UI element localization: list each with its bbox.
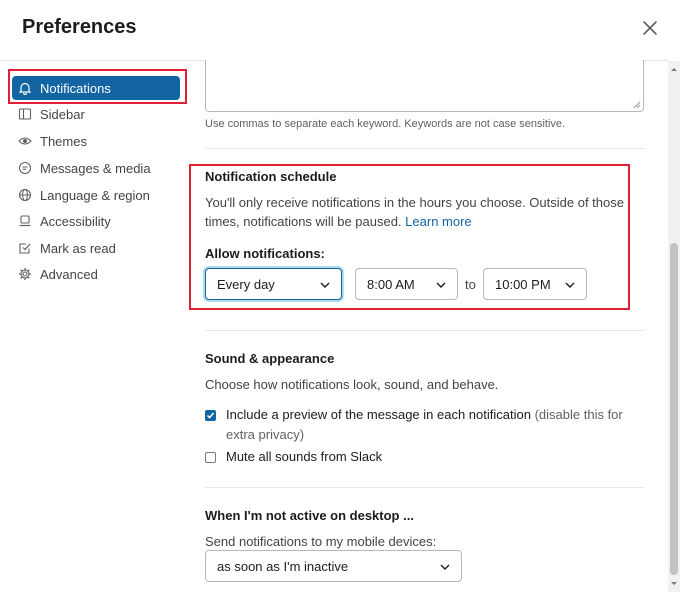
- days-select-value: Every day: [217, 276, 275, 292]
- mobile-timing-select[interactable]: as soon as I'm inactive: [205, 550, 462, 582]
- scrollbar-thumb[interactable]: [670, 243, 678, 575]
- sidebar-item-label: Accessibility: [40, 213, 111, 229]
- sidebar-highlight-box: [8, 69, 187, 104]
- globe-icon: [18, 188, 32, 202]
- sidebar-item-label: Advanced: [40, 266, 98, 282]
- keywords-textarea[interactable]: [205, 60, 644, 112]
- chevron-down-icon: [565, 282, 575, 288]
- sidebar-item-accessibility[interactable]: Accessibility: [12, 209, 180, 233]
- preview-label-line1-wrap: Include a preview of the message in each…: [226, 405, 623, 425]
- allow-notifications-label: Allow notifications:: [205, 246, 325, 261]
- preview-label-line1: Include a preview of the message in each…: [226, 407, 531, 422]
- check-square-icon: [18, 241, 32, 255]
- preview-checkbox[interactable]: [205, 410, 216, 421]
- schedule-title: Notification schedule: [205, 169, 337, 184]
- laptop-icon: [18, 214, 32, 228]
- section-divider: [205, 148, 644, 149]
- preview-note: (disable this for: [534, 407, 623, 422]
- end-time-select[interactable]: 10:00 PM: [483, 268, 587, 300]
- sidebar-item-label: Messages & media: [40, 160, 151, 176]
- dialog-title: Preferences: [22, 16, 137, 38]
- sidebar-item-messages-media[interactable]: Messages & media: [12, 156, 180, 180]
- sidebar-item-advanced[interactable]: Advanced: [12, 262, 180, 286]
- message-icon: [18, 161, 32, 175]
- schedule-description: You'll only receive notifications in the…: [205, 193, 624, 231]
- resize-handle-icon[interactable]: [633, 101, 641, 109]
- sidebar-item-sidebar[interactable]: Sidebar: [12, 102, 180, 126]
- scroll-down-icon[interactable]: [668, 578, 680, 590]
- keywords-hint: Use commas to separate each keyword. Key…: [205, 118, 566, 130]
- check-icon: [206, 412, 215, 419]
- sound-description: Choose how notifications look, sound, an…: [205, 377, 499, 392]
- sidebar-item-label: Mark as read: [40, 240, 116, 256]
- mobile-timing-value: as soon as I'm inactive: [217, 558, 349, 574]
- mute-checkbox[interactable]: [205, 452, 216, 463]
- sidebar-item-themes[interactable]: Themes: [12, 129, 180, 153]
- start-time-value: 8:00 AM: [367, 276, 415, 292]
- schedule-description-line1: You'll only receive notifications in the…: [205, 195, 624, 210]
- eye-icon: [18, 134, 32, 148]
- chevron-down-icon: [436, 282, 446, 288]
- preview-label: Include a preview of the message in each…: [226, 405, 623, 445]
- close-icon[interactable]: [638, 16, 662, 40]
- sidebar-icon: [18, 107, 32, 121]
- learn-more-link[interactable]: Learn more: [405, 214, 471, 229]
- chevron-down-icon: [320, 282, 330, 288]
- chevron-down-icon: [440, 564, 450, 570]
- section-divider: [205, 487, 644, 488]
- preview-label-line2: extra privacy): [226, 427, 305, 442]
- sidebar-item-label: Language & region: [40, 187, 150, 203]
- sidebar-item-label: Sidebar: [40, 106, 85, 122]
- start-time-select[interactable]: 8:00 AM: [355, 268, 458, 300]
- sidebar-item-language-region[interactable]: Language & region: [12, 183, 180, 207]
- mute-label: Mute all sounds from Slack: [226, 449, 383, 464]
- sidebar-item-mark-as-read[interactable]: Mark as read: [12, 236, 180, 260]
- sound-title: Sound & appearance: [205, 351, 335, 366]
- dialog-header: Preferences: [0, 0, 680, 60]
- sidebar-item-label: Themes: [40, 133, 87, 149]
- scroll-up-icon[interactable]: [668, 63, 680, 75]
- end-time-value: 10:00 PM: [495, 276, 551, 292]
- schedule-description-line2: times, notifications will be paused.: [205, 214, 402, 229]
- gear-icon: [18, 267, 32, 281]
- schedule-description-line2-wrap: times, notifications will be paused. Lea…: [205, 212, 624, 231]
- to-label: to: [465, 277, 476, 292]
- send-notifications-label: Send notifications to my mobile devices:: [205, 534, 437, 549]
- scrollbar[interactable]: [668, 61, 680, 592]
- days-select[interactable]: Every day: [205, 268, 342, 300]
- section-divider: [205, 330, 644, 331]
- inactive-title: When I'm not active on desktop ...: [205, 508, 414, 523]
